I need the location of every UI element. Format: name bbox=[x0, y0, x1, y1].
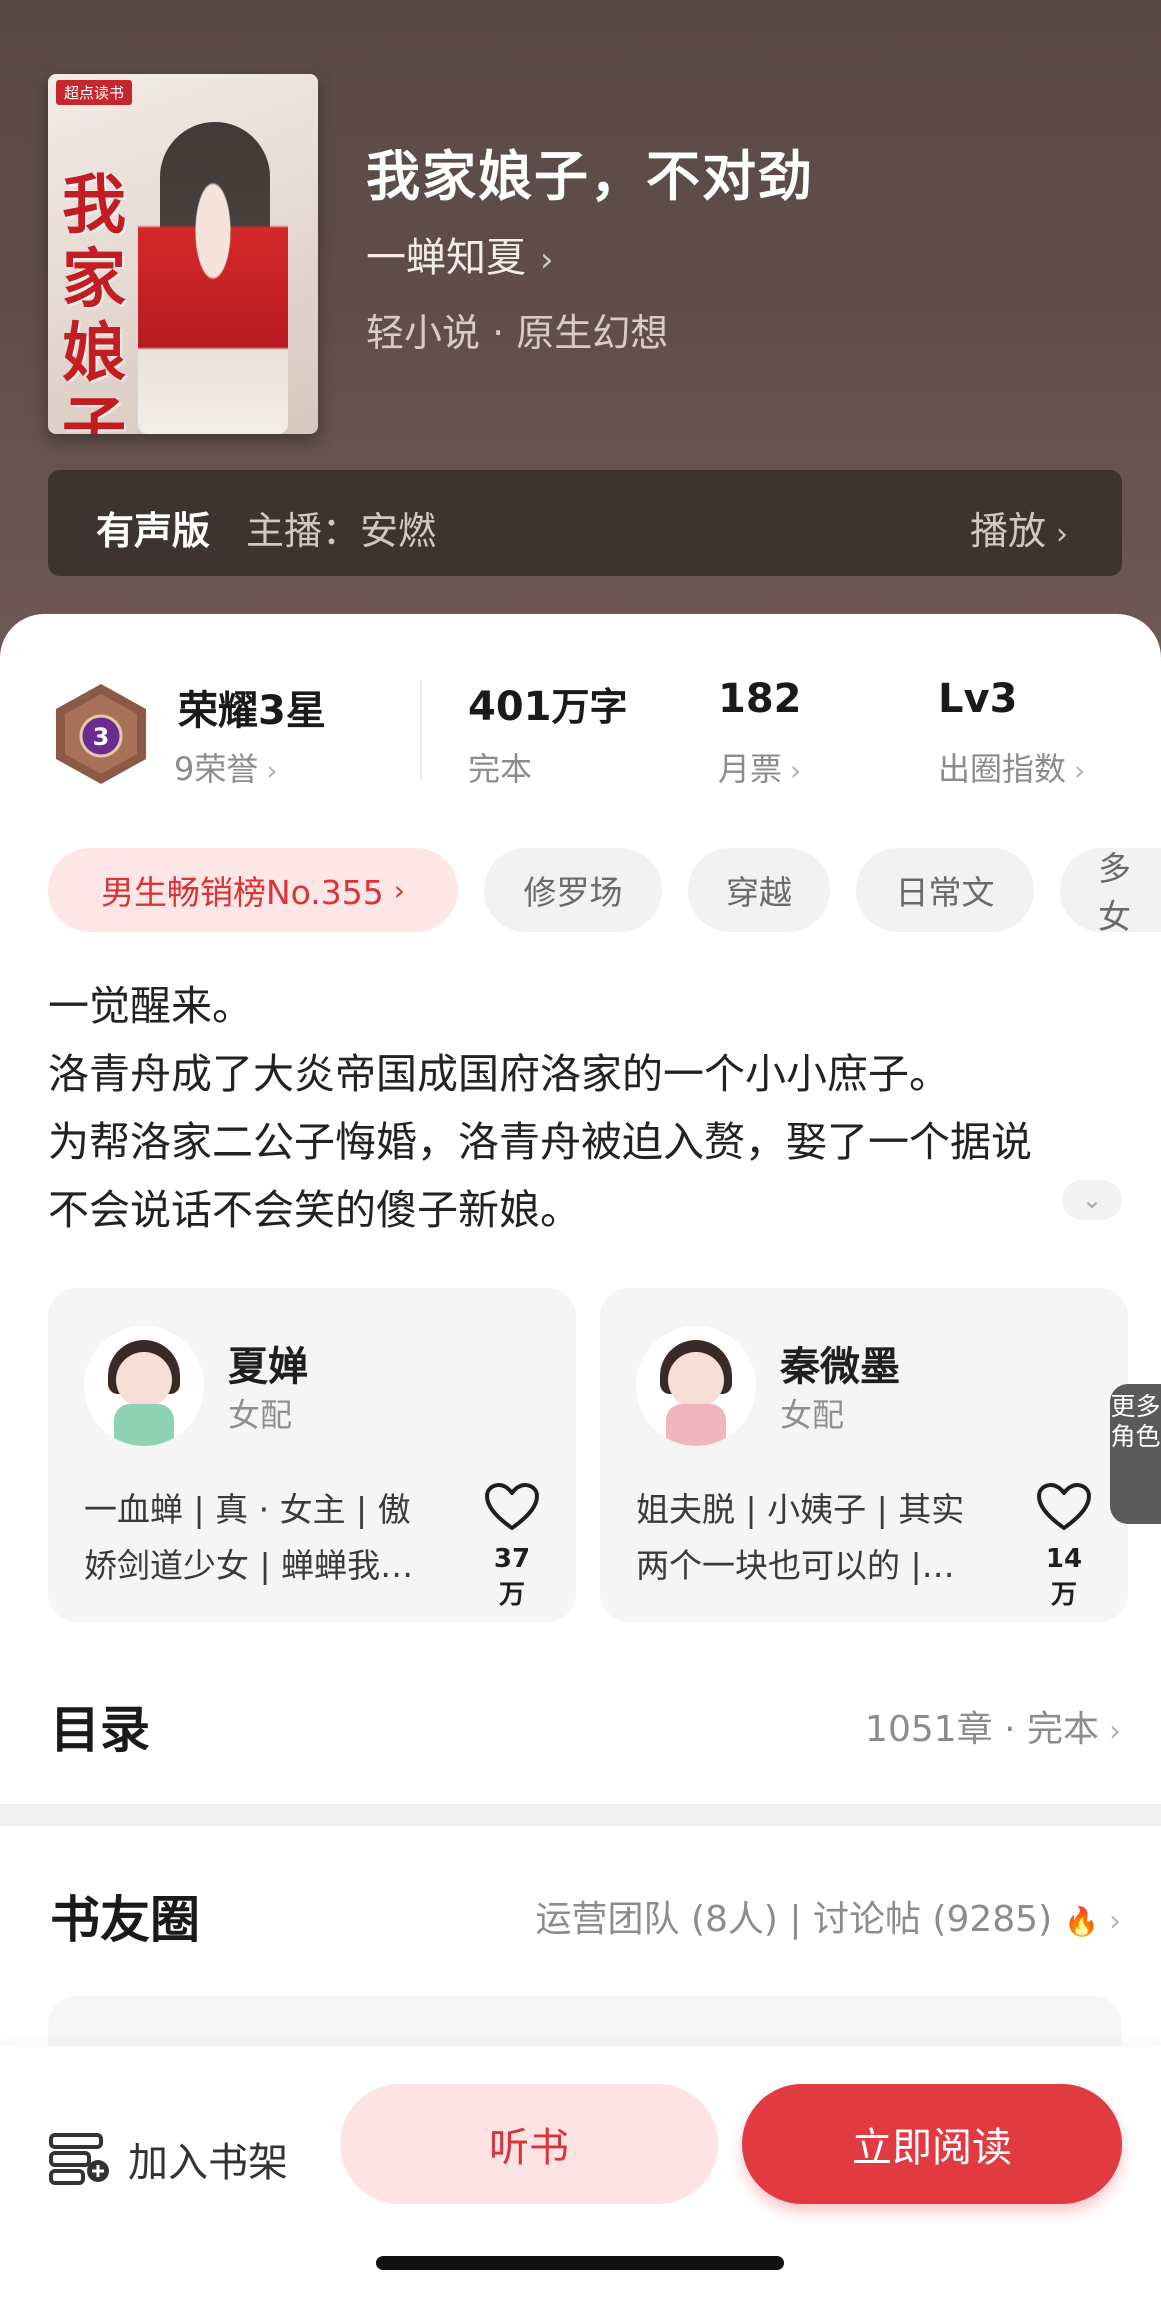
community-title: 书友圈 bbox=[50, 1891, 200, 1949]
audio-play-button[interactable]: 播放 › bbox=[970, 500, 1068, 555]
synopsis-line: 不会说话不会笑的傻子新娘。 bbox=[48, 1186, 581, 1234]
character-name: 秦微墨 bbox=[780, 1344, 900, 1390]
monthly-tickets-link[interactable]: 月票 › bbox=[718, 744, 801, 790]
character-name: 夏婵 bbox=[228, 1344, 308, 1390]
community-info: 运营团队 (8人) | 讨论帖 (9285) bbox=[535, 1899, 1053, 1940]
character-avatar bbox=[636, 1326, 756, 1446]
book-title: 我家娘子，不对劲 bbox=[366, 145, 814, 208]
tag-item[interactable]: 穿越 bbox=[688, 848, 830, 932]
like-count: 14万 bbox=[1045, 1544, 1083, 1610]
character-description: 一血蝉 | 真 · 女主 | 傲 娇剑道少女 | 蝉蝉我… bbox=[84, 1482, 444, 1594]
chevron-right-icon: › bbox=[1056, 517, 1068, 552]
listen-button[interactable]: 听书 bbox=[340, 2084, 718, 2204]
honor-title: 荣耀3星 bbox=[178, 688, 326, 734]
avatar-body bbox=[666, 1404, 726, 1446]
character-card[interactable]: 夏婵 女配 一血蝉 | 真 · 女主 | 傲 娇剑道少女 | 蝉蝉我… 37万 bbox=[48, 1288, 576, 1622]
character-description-line: 一血蝉 | 真 · 女主 | 傲 bbox=[84, 1490, 411, 1529]
synopsis-line: 为帮洛家二公子悔婚，洛青舟被迫入赘，娶了一个据说 bbox=[48, 1118, 1032, 1166]
synopsis: 一觉醒来。 洛青舟成了大炎帝国成国府洛家的一个小小庶子。 为帮洛家二公子悔婚，洛… bbox=[48, 972, 1128, 1244]
audio-label: 有声版 bbox=[96, 509, 211, 553]
heart-icon[interactable] bbox=[1036, 1482, 1092, 1532]
author-name: 一蝉知夏 bbox=[366, 235, 526, 281]
avatar-face bbox=[668, 1352, 724, 1408]
community-link[interactable]: 运营团队 (8人) | 讨论帖 (9285) 🔥 › bbox=[536, 1890, 1121, 1942]
book-cover[interactable]: 超点读书 我家娘子 bbox=[48, 74, 318, 434]
character-role: 女配 bbox=[780, 1396, 845, 1434]
heart-icon[interactable] bbox=[484, 1482, 540, 1532]
word-count-unit: 万字 bbox=[551, 685, 628, 729]
tag-item[interactable]: 多女 bbox=[1060, 848, 1161, 932]
influence-level: Lv3 bbox=[938, 676, 1018, 722]
synopsis-line: 洛青舟成了大炎帝国成国府洛家的一个小小庶子。 bbox=[48, 1050, 950, 1098]
word-count: 401万字 bbox=[468, 676, 628, 731]
like-count: 37万 bbox=[493, 1544, 531, 1610]
chevron-down-icon: ⌄ bbox=[1081, 1186, 1103, 1214]
character-description-line: 姐夫脱 | 小姨子 | 其实 bbox=[636, 1490, 965, 1529]
section-divider bbox=[0, 1804, 1161, 1826]
audio-play-label: 播放 bbox=[969, 509, 1046, 553]
add-to-shelf-button[interactable]: 加入书架 bbox=[48, 2130, 288, 2188]
add-to-shelf-label: 加入书架 bbox=[128, 2140, 288, 2186]
character-description: 姐夫脱 | 小姨子 | 其实 两个一块也可以的 |… bbox=[636, 1482, 996, 1594]
tag-label: 男生畅销榜No.355 bbox=[101, 873, 384, 912]
author-link[interactable]: 一蝉知夏 › bbox=[366, 225, 554, 283]
word-count-number: 401 bbox=[468, 684, 552, 730]
expand-synopsis-button[interactable]: ⌄ bbox=[1062, 1180, 1122, 1220]
catalog-info: 1051章 · 完本 bbox=[865, 1709, 1099, 1750]
tag-item[interactable]: 日常文 bbox=[856, 848, 1034, 932]
audio-host: 主播：安燃 bbox=[246, 509, 437, 553]
character-description-line: 两个一块也可以的 |… bbox=[636, 1546, 955, 1585]
monthly-tickets-count: 182 bbox=[718, 676, 802, 722]
chevron-right-icon: › bbox=[790, 754, 802, 787]
character-role: 女配 bbox=[228, 1396, 293, 1434]
more-characters-button[interactable]: 更多角色 bbox=[1110, 1384, 1161, 1524]
tag-item[interactable]: 修罗场 bbox=[484, 848, 662, 932]
cover-title: 我家娘子 bbox=[62, 168, 126, 435]
chevron-right-icon: › bbox=[1109, 1904, 1121, 1939]
audio-version-bar[interactable]: 有声版 主播：安燃 播放 › bbox=[48, 470, 1122, 576]
avatar-body bbox=[114, 1404, 174, 1446]
chevron-right-icon: › bbox=[540, 240, 554, 280]
catalog-title: 目录 bbox=[50, 1701, 150, 1759]
book-header: 超点读书 我家娘子 我家娘子，不对劲 一蝉知夏 › 轻小说 · 原生幻想 有声版 … bbox=[0, 0, 1161, 680]
book-genre: 轻小说 · 原生幻想 bbox=[366, 311, 669, 355]
influence-index-link[interactable]: 出圈指数 › bbox=[938, 744, 1085, 790]
synopsis-line: 一觉醒来。 bbox=[48, 982, 253, 1030]
read-now-button[interactable]: 立即阅读 bbox=[742, 2084, 1122, 2204]
cover-illustration-figure bbox=[138, 144, 288, 434]
cover-brand-label: 超点读书 bbox=[56, 80, 133, 105]
character-description-line: 娇剑道少女 | 蝉蝉我… bbox=[84, 1546, 414, 1585]
chevron-right-icon: › bbox=[1109, 1714, 1121, 1749]
bookshelf-add-icon bbox=[49, 2133, 109, 2185]
influence-index-label: 出圈指数 bbox=[938, 750, 1067, 788]
honor-link[interactable]: 9荣誉 › bbox=[174, 744, 278, 790]
chevron-right-icon: › bbox=[266, 754, 278, 787]
monthly-tickets-label: 月票 bbox=[718, 750, 783, 788]
chevron-right-icon: › bbox=[1074, 754, 1086, 787]
catalog-link[interactable]: 1051章 · 完本 › bbox=[865, 1700, 1121, 1752]
honor-badge-number: 3 bbox=[93, 723, 110, 751]
stats-divider bbox=[420, 680, 422, 780]
fire-icon: 🔥 bbox=[1064, 1905, 1099, 1938]
honor-badge-icon: 3 bbox=[56, 684, 146, 784]
chevron-right-icon: › bbox=[393, 873, 405, 907]
completion-status: 完本 bbox=[468, 750, 533, 788]
character-card[interactable]: 秦微墨 女配 姐夫脱 | 小姨子 | 其实 两个一块也可以的 |… 14万 bbox=[600, 1288, 1128, 1622]
avatar-face bbox=[116, 1352, 172, 1408]
honor-count: 9荣誉 bbox=[174, 750, 259, 788]
character-avatar bbox=[84, 1326, 204, 1446]
home-indicator[interactable] bbox=[376, 2256, 784, 2270]
tag-bestseller-rank[interactable]: 男生畅销榜No.355 › bbox=[48, 848, 458, 932]
